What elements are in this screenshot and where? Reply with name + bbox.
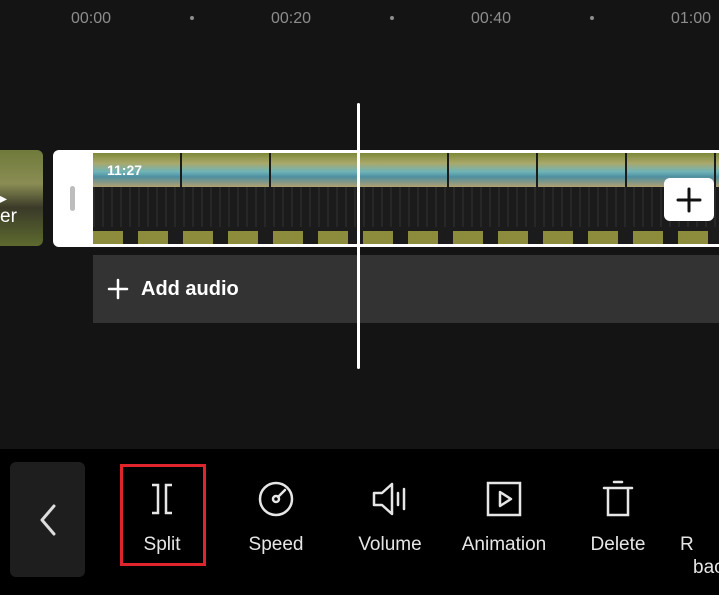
timeline-ruler: 00:00 00:20 00:40 01:00: [0, 0, 719, 40]
ruler-time-label: 01:00: [671, 10, 712, 27]
speed-tool[interactable]: Speed: [221, 449, 331, 595]
replace-label-line2: bac: [693, 557, 719, 578]
ruler-time-label: 00:40: [471, 10, 512, 27]
ruler-dot: [590, 16, 594, 20]
delete-label: Delete: [590, 534, 646, 555]
delete-tool[interactable]: Delete: [563, 449, 673, 595]
selected-video-clip[interactable]: 11:27: [53, 150, 719, 247]
replace-label: R: [680, 534, 694, 555]
ruler-time-label: 00:00: [71, 10, 112, 27]
ruler-dot: [190, 16, 194, 20]
playhead[interactable]: [357, 103, 360, 369]
trash-icon: [602, 480, 634, 517]
volume-icon: [372, 482, 406, 516]
thumbnail-frame: [449, 153, 536, 187]
clip-audio-waveform: [93, 187, 719, 227]
volume-label: Volume: [358, 534, 422, 555]
transition-mark: ▸: [0, 190, 8, 206]
thumbnail-frame: [538, 153, 625, 187]
clip-thumbnails: [93, 153, 719, 187]
thumbnail-frame: [182, 153, 269, 187]
previous-clip-text: er: [0, 206, 17, 227]
animation-icon: [486, 481, 522, 517]
speed-label: Speed: [248, 534, 304, 555]
previous-clip[interactable]: ▸ er: [0, 150, 43, 246]
chevron-left-icon: [40, 504, 55, 535]
add-audio-button[interactable]: Add audio: [93, 255, 719, 323]
back-button[interactable]: [10, 462, 85, 577]
ruler-dot: [390, 16, 394, 20]
animation-label: Animation: [461, 534, 547, 555]
add-clip-button[interactable]: [664, 178, 714, 221]
clip-duration: 11:27: [107, 162, 143, 178]
volume-tool[interactable]: Volume: [335, 449, 445, 595]
bottom-toolbar: Split Speed Volume Animation Delete R ba…: [0, 449, 719, 595]
animation-tool[interactable]: Animation: [449, 449, 559, 595]
plus-icon: [107, 278, 129, 300]
clip-filmstrip: 11:27: [93, 153, 719, 244]
thumbnail-frame: [271, 153, 358, 187]
speed-icon: [258, 481, 294, 517]
thumbnail-frame: [360, 153, 447, 187]
plus-icon: [676, 187, 702, 212]
clip-trim-handle[interactable]: [70, 186, 75, 211]
add-audio-label: Add audio: [141, 277, 239, 300]
split-highlight-box: [120, 464, 206, 566]
ruler-time-label: 00:20: [271, 10, 312, 27]
clip-mini-thumbnails: [93, 231, 719, 244]
replace-tool[interactable]: R bac: [669, 449, 719, 595]
